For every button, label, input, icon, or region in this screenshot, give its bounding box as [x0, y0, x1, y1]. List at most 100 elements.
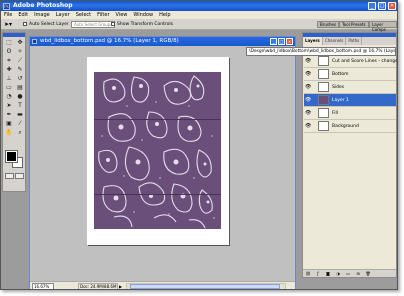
- pen-icon[interactable]: ✒: [4, 111, 14, 119]
- layer-list: 👁 Cut and Score Lines - change to soft L.…: [304, 55, 397, 133]
- crop-icon[interactable]: ⌗: [4, 57, 14, 65]
- slice-icon[interactable]: ⟋: [15, 57, 25, 65]
- eye-icon[interactable]: 👁: [305, 97, 311, 103]
- doc-minimize-button[interactable]: _: [270, 38, 277, 45]
- doc-maximize-button[interactable]: □: [278, 38, 285, 45]
- options-bar: ➤▾ Auto Select Layer Auto Select Groups …: [1, 19, 397, 32]
- layer-thumbnail: [318, 95, 329, 105]
- color-swatches[interactable]: [5, 150, 24, 169]
- brush-link-icon: [312, 96, 317, 104]
- auto-select-dropdown[interactable]: Auto Select Groups: [71, 21, 116, 28]
- layer-row[interactable]: 👁 Fill: [304, 107, 396, 120]
- stamp-icon[interactable]: ⊥: [4, 75, 14, 83]
- tool-grid: ⬚ ✥ ʘ ✧ ⌗ ⟋ ✚ ✎ ⊥ ↺ ▭ ▤ ◔ ● ➤ T ✒ ▬ ▣ ⁄ ✋ ⌕: [3, 37, 25, 139]
- mask-icon[interactable]: ◙: [324, 271, 332, 277]
- hand-icon[interactable]: ✋: [4, 129, 14, 137]
- tab-tool-presets[interactable]: Tool Presets: [339, 21, 369, 28]
- menu-layer[interactable]: Layer: [53, 11, 73, 19]
- layer-name: Fill: [332, 111, 339, 116]
- brush-link-icon: [312, 122, 317, 130]
- marquee-icon[interactable]: ⬚: [4, 39, 14, 47]
- menu-select[interactable]: Select: [73, 11, 94, 19]
- layer-row[interactable]: 👁 Bottom: [304, 68, 396, 81]
- standard-mode-button[interactable]: [5, 173, 14, 179]
- title-bar: Ps Adobe Photoshop _ □ ✕: [1, 1, 397, 11]
- move-icon[interactable]: ✥: [15, 39, 25, 47]
- link-icon[interactable]: ⛓: [304, 271, 312, 277]
- tab-layers[interactable]: Layers: [303, 37, 323, 45]
- paisley-artwork: [98, 75, 215, 229]
- show-transform-checkbox[interactable]: [111, 22, 115, 26]
- trash-icon[interactable]: 🗑: [364, 271, 372, 277]
- layer-row[interactable]: 👁 Layer 1: [304, 94, 396, 107]
- layer-row[interactable]: 👁 Cut and Score Lines - change to soft L.…: [304, 55, 397, 68]
- quick-mask-button[interactable]: [15, 173, 24, 179]
- eye-icon[interactable]: 👁: [305, 123, 311, 129]
- history-brush-icon[interactable]: ↺: [15, 75, 25, 83]
- magic-wand-icon[interactable]: ✧: [15, 48, 25, 56]
- healing-icon[interactable]: ✚: [4, 66, 14, 74]
- eye-icon[interactable]: 👁: [305, 71, 311, 77]
- menu-image[interactable]: Image: [31, 11, 53, 19]
- menu-edit[interactable]: Edit: [15, 11, 31, 19]
- folder-icon[interactable]: ▭: [344, 271, 352, 277]
- adjust-icon[interactable]: ◑: [334, 271, 342, 277]
- app-title: Adobe Photoshop: [13, 2, 73, 9]
- menu-window[interactable]: Window: [130, 11, 156, 19]
- notes-icon[interactable]: ▣: [4, 120, 14, 128]
- eraser-icon[interactable]: ▭: [4, 84, 14, 92]
- close-button[interactable]: ✕: [388, 2, 396, 10]
- document-path-tooltip: \Desgn\wbd_lidbox\Bottom\wbd_lidbox_bott…: [246, 47, 396, 56]
- eye-icon[interactable]: 👁: [305, 110, 311, 116]
- menu-filter[interactable]: Filter: [94, 11, 112, 19]
- tab-paths[interactable]: Paths: [346, 37, 363, 45]
- eye-icon[interactable]: 👁: [305, 58, 311, 64]
- canvas-area[interactable]: [30, 46, 295, 283]
- status-menu-arrow[interactable]: ▶: [119, 283, 125, 289]
- menu-file[interactable]: File: [1, 11, 15, 19]
- layer-thumbnail: [318, 56, 329, 66]
- document-status-bar: 16.67% Doc: 24.9M/88.6M ▶: [30, 281, 295, 289]
- layers-panel-footer: ⛓ ƒ ◙ ◑ ▭ ⊞ 🗑: [303, 269, 396, 277]
- doc-close-button[interactable]: ✕: [286, 38, 293, 45]
- tab-layer-comps[interactable]: Layer Comps: [369, 21, 397, 32]
- eyedropper-icon[interactable]: ⁄: [15, 120, 25, 128]
- tab-brushes[interactable]: Brushes: [317, 21, 340, 28]
- blur-icon[interactable]: ◔: [4, 93, 14, 101]
- layer-thumbnail: [318, 69, 329, 79]
- minimize-button[interactable]: _: [368, 2, 376, 10]
- auto-select-checkbox[interactable]: [23, 22, 27, 26]
- layers-panel: Layers Channels Paths 👁 Cut and Score Lin…: [302, 32, 397, 278]
- menu-help[interactable]: Help: [156, 11, 173, 19]
- horizontal-scrollbar[interactable]: [126, 283, 286, 289]
- layer-thumbnail: [318, 108, 329, 118]
- menu-view[interactable]: View: [113, 11, 131, 19]
- lasso-icon[interactable]: ʘ: [4, 48, 14, 56]
- type-icon[interactable]: T: [15, 102, 25, 110]
- foreground-color-swatch[interactable]: [5, 150, 18, 163]
- move-tool-icon[interactable]: ➤▾: [4, 21, 16, 28]
- zoom-icon[interactable]: ⌕: [15, 129, 25, 137]
- path-select-icon[interactable]: ➤: [4, 102, 14, 110]
- brush-link-icon: [312, 83, 317, 91]
- eye-icon[interactable]: 👁: [305, 84, 311, 90]
- new-layer-icon[interactable]: ⊞: [354, 271, 362, 277]
- style-icon[interactable]: ƒ: [314, 271, 322, 277]
- layer-name: Layer 1: [332, 98, 349, 103]
- photoshop-icon: Ps: [3, 2, 10, 10]
- scrollbar-thumb[interactable]: [130, 284, 280, 289]
- gradient-icon[interactable]: ▤: [15, 84, 25, 92]
- document-title-bar: wbd_lidbox_bottom.psd @ 16.7% (Layer 1, …: [30, 37, 295, 46]
- tab-channels[interactable]: Channels: [323, 37, 347, 45]
- layer-row[interactable]: 👁 Background: [304, 120, 396, 133]
- layer-name: Bottom: [332, 72, 349, 77]
- layer-name: Background: [332, 124, 359, 129]
- document-title: wbd_lidbox_bottom.psd @ 16.7% (Layer 1, …: [40, 38, 179, 44]
- layer-row[interactable]: 👁 Sides: [304, 81, 396, 94]
- brush-link-icon: [312, 57, 317, 65]
- shape-icon[interactable]: ▬: [15, 111, 25, 119]
- dodge-icon[interactable]: ●: [15, 93, 25, 101]
- maximize-button[interactable]: □: [378, 2, 386, 10]
- brush-icon[interactable]: ✎: [15, 66, 25, 74]
- zoom-field[interactable]: 16.67%: [32, 283, 54, 289]
